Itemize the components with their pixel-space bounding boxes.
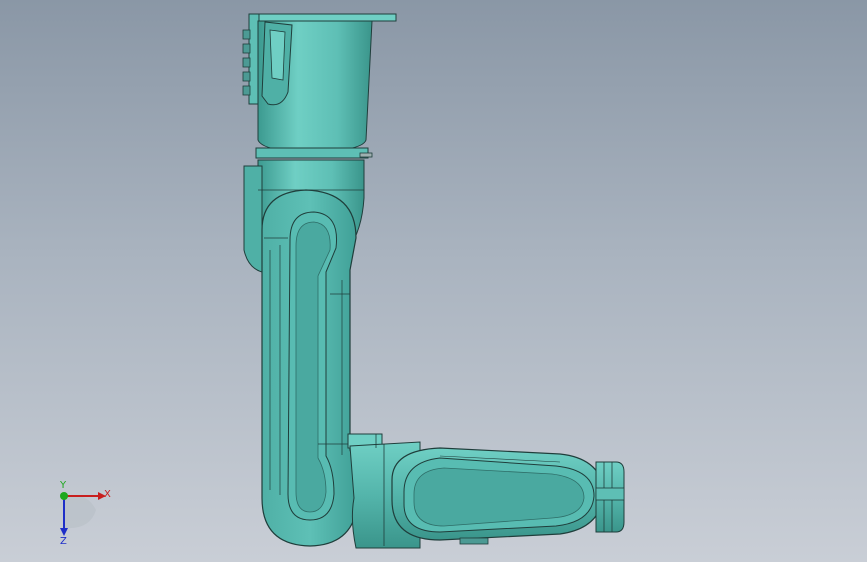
x-axis-label: X (104, 489, 111, 500)
forearm (391, 447, 605, 545)
upper-arm (261, 189, 359, 547)
robot-arm-model[interactable] (0, 0, 867, 562)
coordinate-triad: X Y Z (59, 480, 111, 547)
y-axis-dot (60, 492, 68, 500)
z-axis-arrow (60, 528, 68, 536)
3d-graphics-area[interactable]: X Y Z (0, 0, 867, 562)
wrist-flange (595, 461, 625, 533)
z-axis-label: Z (60, 536, 67, 547)
y-axis-label: Y (59, 480, 67, 491)
base-housing (242, 20, 373, 159)
